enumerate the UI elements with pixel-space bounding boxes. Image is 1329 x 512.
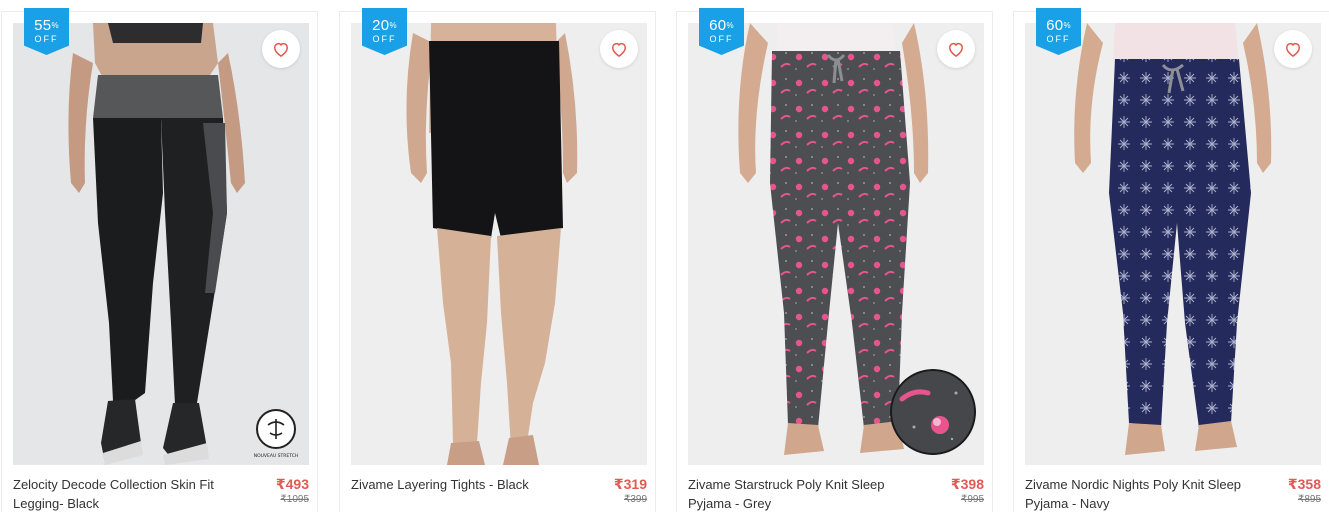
- discount-number: 55: [34, 17, 52, 34]
- product-image[interactable]: [1025, 23, 1321, 465]
- discount-badge: 55% OFF: [24, 8, 69, 55]
- wishlist-button[interactable]: [1274, 30, 1312, 68]
- product-name[interactable]: Zivame Starstruck Poly Knit Sleep Pyjama…: [688, 475, 908, 512]
- discount-number: 20: [372, 17, 390, 34]
- price-block: ₹493 ₹1095: [276, 475, 309, 507]
- original-price: ₹1095: [280, 494, 309, 505]
- sale-price: ₹319: [613, 476, 647, 492]
- discount-percent-sign: %: [51, 21, 59, 30]
- heart-outline-icon: [1285, 42, 1301, 57]
- sale-price: ₹358: [1287, 476, 1321, 492]
- heart-outline-icon: [273, 42, 289, 57]
- product-image[interactable]: [688, 23, 984, 465]
- fabric-zoom-swatch: [890, 369, 976, 455]
- wishlist-button[interactable]: [262, 30, 300, 68]
- discount-percent-sign: %: [1063, 21, 1071, 30]
- sale-price: ₹493: [275, 476, 309, 492]
- product-name[interactable]: Zelocity Decode Collection Skin Fit Legg…: [13, 475, 233, 512]
- discount-percent-sign: %: [389, 21, 397, 30]
- product-card[interactable]: 60% OFF: [676, 8, 993, 512]
- nouveau-stretch-badge: NOUVEAU STRETCH: [249, 405, 303, 459]
- product-image[interactable]: NOUVEAU STRETCH: [13, 23, 309, 465]
- price-block: ₹398 ₹995: [951, 475, 984, 507]
- product-grid: 55% OFF NOUVEAU STRETCH Zelocity Decode …: [0, 0, 1329, 512]
- wishlist-button[interactable]: [937, 30, 975, 68]
- product-card[interactable]: 60% OFF: [1013, 8, 1329, 512]
- sale-price: ₹398: [950, 476, 984, 492]
- original-price: ₹995: [960, 494, 984, 505]
- discount-badge: 20% OFF: [362, 8, 407, 55]
- discount-off-label: OFF: [1046, 34, 1071, 44]
- nouveau-stretch-text: NOUVEAU STRETCH: [254, 453, 299, 459]
- discount-badge: 60% OFF: [699, 8, 744, 55]
- product-name[interactable]: Zivame Layering Tights - Black: [351, 475, 571, 494]
- product-card[interactable]: 55% OFF NOUVEAU STRETCH Zelocity Decode …: [1, 8, 318, 512]
- discount-number: 60: [709, 17, 727, 34]
- price-block: ₹319 ₹399: [614, 475, 647, 507]
- product-name[interactable]: Zivame Nordic Nights Poly Knit Sleep Pyj…: [1025, 475, 1245, 512]
- discount-off-label: OFF: [709, 34, 734, 44]
- heart-outline-icon: [948, 42, 964, 57]
- original-price: ₹895: [1297, 494, 1321, 505]
- price-block: ₹358 ₹895: [1288, 475, 1321, 507]
- heart-outline-icon: [611, 42, 627, 57]
- discount-number: 60: [1046, 17, 1064, 34]
- original-price: ₹399: [623, 494, 647, 505]
- discount-off-label: OFF: [372, 34, 397, 44]
- wishlist-button[interactable]: [600, 30, 638, 68]
- discount-percent-sign: %: [726, 21, 734, 30]
- discount-off-label: OFF: [34, 34, 59, 44]
- discount-badge: 60% OFF: [1036, 8, 1081, 55]
- product-image[interactable]: [351, 23, 647, 465]
- product-card[interactable]: 20% OFF Zivame Layering Tights - Black ₹…: [339, 8, 656, 512]
